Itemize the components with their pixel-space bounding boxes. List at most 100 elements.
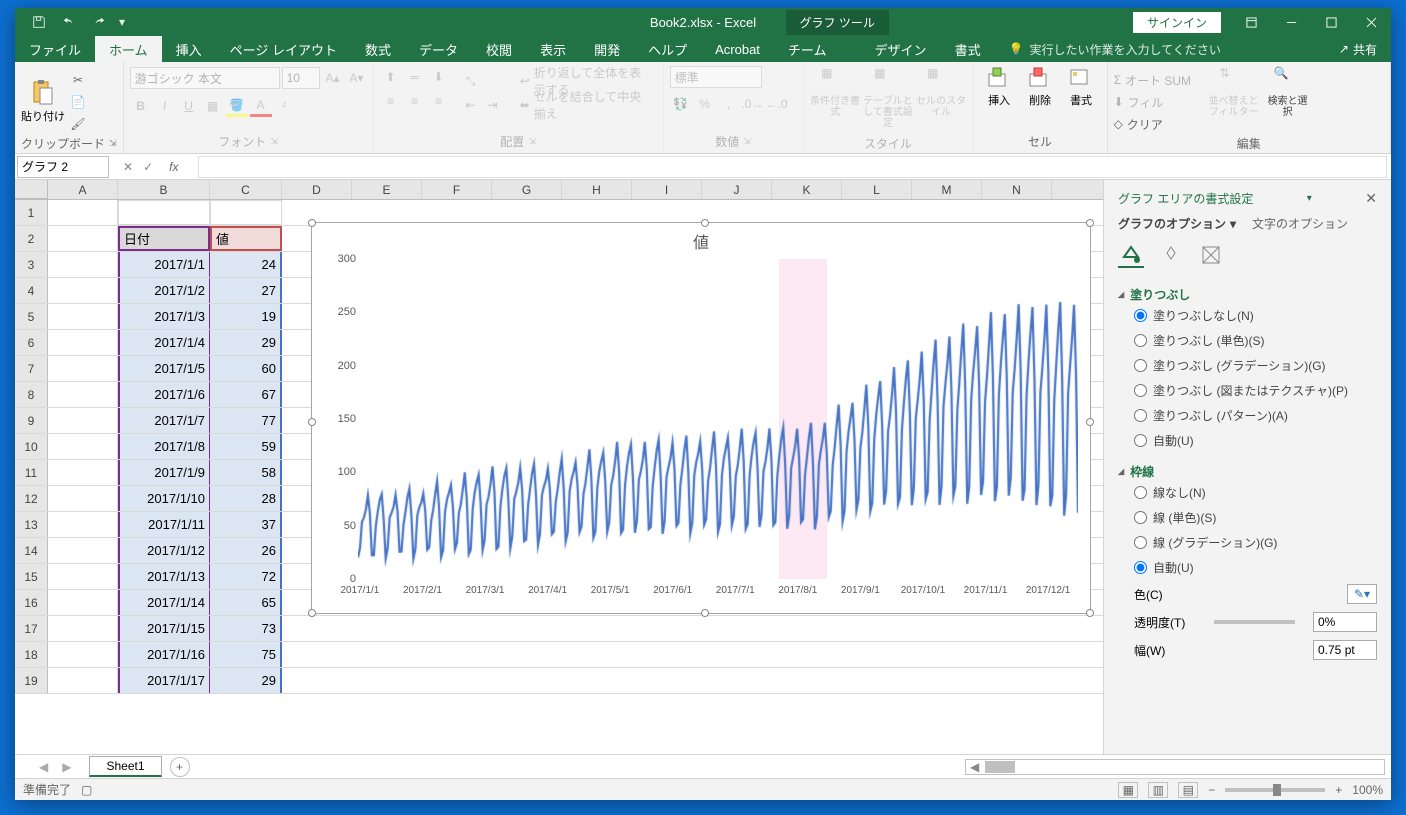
col-header[interactable]: B [118, 180, 210, 199]
sheet-tab[interactable]: Sheet1 [89, 756, 161, 777]
line-option[interactable]: 線 (単色)(S) [1118, 505, 1377, 530]
col-header[interactable]: G [492, 180, 562, 199]
signin-button[interactable]: サインイン [1133, 12, 1221, 33]
fill-option[interactable]: 塗りつぶし (パターン)(A) [1118, 403, 1377, 428]
currency-icon[interactable]: 💱 [670, 93, 692, 115]
tab-help[interactable]: ヘルプ [634, 36, 701, 62]
macro-record-icon[interactable]: ▢ [81, 783, 92, 797]
cancel-formula-icon[interactable]: ✕ [123, 160, 133, 174]
select-all-corner[interactable] [15, 180, 48, 199]
conditional-format-button[interactable]: ▦条件付き書式 [810, 66, 861, 134]
tab-data[interactable]: データ [405, 36, 472, 62]
tab-formulas[interactable]: 数式 [351, 36, 405, 62]
tab-format[interactable]: 書式 [941, 36, 995, 62]
tab-insert[interactable]: 挿入 [162, 36, 216, 62]
align-top-icon[interactable]: ⬆ [380, 66, 402, 88]
fill-option[interactable]: 塗りつぶし (単色)(S) [1118, 328, 1377, 353]
tab-design[interactable]: デザイン [861, 36, 941, 62]
col-header[interactable]: N [982, 180, 1052, 199]
cell-styles-button[interactable]: ▦セルのスタイル [916, 66, 967, 134]
tab-team[interactable]: チーム [774, 36, 841, 62]
accept-formula-icon[interactable]: ✓ [143, 160, 153, 174]
autosum-button[interactable]: Σオート SUM [1114, 70, 1204, 90]
share-button[interactable]: ↗共有 [1325, 36, 1391, 62]
dialog-launcher-icon[interactable]: ⇲ [528, 136, 536, 147]
line-color-picker[interactable]: ✎▾ [1347, 584, 1377, 604]
format-table-button[interactable]: ▦テーブルとして書式設定 [863, 66, 914, 134]
tab-page-layout[interactable]: ページ レイアウト [216, 36, 351, 62]
col-header[interactable]: H [562, 180, 632, 199]
font-size-combo[interactable]: 10 [282, 67, 320, 89]
fill-button[interactable]: ⬇フィル [1114, 92, 1204, 112]
fill-line-tab-icon[interactable] [1118, 242, 1144, 268]
line-option[interactable]: 自動(U) [1118, 555, 1377, 580]
fill-option[interactable]: 塗りつぶし (グラデーション)(G) [1118, 353, 1377, 378]
fill-section-header[interactable]: 塗りつぶし [1118, 286, 1377, 303]
zoom-out-icon[interactable]: − [1208, 783, 1215, 797]
col-header[interactable]: I [632, 180, 702, 199]
tab-acrobat[interactable]: Acrobat [701, 36, 774, 62]
tab-review[interactable]: 校閲 [472, 36, 526, 62]
fill-option[interactable]: 塗りつぶしなし(N) [1118, 303, 1377, 328]
maximize-icon[interactable] [1311, 8, 1351, 36]
inc-decimal-icon[interactable]: .0→ [742, 93, 764, 115]
undo-icon[interactable] [55, 10, 83, 34]
page-layout-view-icon[interactable]: ▥ [1148, 782, 1168, 798]
clear-button[interactable]: ◇クリア [1114, 114, 1204, 134]
fx-icon[interactable]: fx [163, 160, 184, 174]
col-header[interactable]: A [48, 180, 118, 199]
border-button[interactable]: ▦ [202, 95, 224, 117]
fill-option[interactable]: 自動(U) [1118, 428, 1377, 453]
col-header[interactable]: K [772, 180, 842, 199]
dec-decimal-icon[interactable]: ←.0 [766, 93, 788, 115]
col-header[interactable]: L [842, 180, 912, 199]
align-left-icon[interactable]: ≡ [380, 90, 402, 112]
delete-cells-button[interactable]: 削除 [1021, 66, 1060, 108]
subtab-chart-options[interactable]: グラフのオプション ▾ [1118, 215, 1236, 232]
dialog-launcher-icon[interactable]: ⇲ [743, 136, 751, 147]
ribbon-display-icon[interactable] [1231, 8, 1271, 36]
horizontal-scrollbar[interactable]: ◀ [965, 759, 1385, 775]
zoom-level[interactable]: 100% [1352, 783, 1383, 797]
col-header[interactable]: F [422, 180, 492, 199]
col-header[interactable]: M [912, 180, 982, 199]
underline-button[interactable]: U [178, 95, 200, 117]
italic-button[interactable]: I [154, 95, 176, 117]
qat-dropdown-icon[interactable]: ▾ [115, 10, 129, 34]
cut-icon[interactable]: ✂ [67, 70, 89, 90]
line-option[interactable]: 線なし(N) [1118, 480, 1377, 505]
col-header[interactable]: E [352, 180, 422, 199]
phonetic-button[interactable]: ᶻ [274, 95, 296, 117]
increase-font-icon[interactable]: A▴ [322, 67, 344, 89]
decrease-font-icon[interactable]: A▾ [346, 67, 368, 89]
insert-cells-button[interactable]: 挿入 [980, 66, 1019, 108]
effects-tab-icon[interactable] [1158, 242, 1184, 268]
merge-button[interactable]: ⬌セルを結合して中央揃え [516, 94, 657, 116]
sort-filter-button[interactable]: ⇅並べ替えとフィルター [1206, 66, 1262, 134]
line-option[interactable]: 線 (グラデーション)(G) [1118, 530, 1377, 555]
col-header[interactable]: J [702, 180, 772, 199]
col-header[interactable]: C [210, 180, 282, 199]
subtab-text-options[interactable]: 文字のオプション [1252, 215, 1348, 232]
sheet-nav-prev-icon[interactable]: ◀ [39, 760, 48, 774]
tab-file[interactable]: ファイル [15, 36, 95, 62]
transparency-slider[interactable] [1214, 620, 1295, 624]
size-tab-icon[interactable] [1198, 242, 1224, 268]
redo-icon[interactable] [85, 10, 113, 34]
format-painter-icon[interactable]: 🖌 [67, 114, 89, 134]
transparency-input[interactable] [1313, 612, 1377, 632]
line-section-header[interactable]: 枠線 [1118, 463, 1377, 480]
bold-button[interactable]: B [130, 95, 152, 117]
add-sheet-button[interactable]: + [170, 757, 190, 777]
dialog-launcher-icon[interactable]: ⇲ [109, 138, 117, 149]
indent-dec-icon[interactable]: ⇤ [460, 94, 482, 116]
number-format-combo[interactable]: 標準 [670, 66, 762, 88]
dialog-launcher-icon[interactable]: ⇲ [270, 136, 278, 147]
chart-title[interactable]: 値 [312, 223, 1090, 259]
find-select-button[interactable]: 🔍検索と選択 [1264, 66, 1312, 134]
minimize-icon[interactable] [1271, 8, 1311, 36]
format-cells-button[interactable]: 書式 [1062, 66, 1101, 108]
page-break-view-icon[interactable]: ▤ [1178, 782, 1198, 798]
zoom-in-icon[interactable]: + [1335, 783, 1342, 797]
indent-inc-icon[interactable]: ⇥ [482, 94, 504, 116]
